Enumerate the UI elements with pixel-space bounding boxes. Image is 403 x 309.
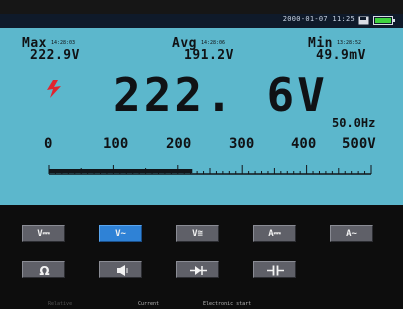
capacitor-icon (267, 265, 284, 276)
analog-bargraph (48, 165, 372, 175)
status-bar: 2000-01-07 11:25 (0, 14, 403, 28)
status-datetime: 2000-01-07 11:25 (282, 15, 355, 23)
device-bezel (0, 0, 403, 14)
resistance-button[interactable]: Ω (22, 261, 65, 278)
ac-current-button[interactable]: A~ (330, 225, 373, 242)
diode-icon (190, 266, 207, 275)
svg-text:Ω: Ω (39, 264, 49, 278)
dc-current-button[interactable]: A⎓ (253, 225, 296, 242)
capacitance-button[interactable] (253, 261, 296, 278)
ac-voltage-button[interactable]: V~ (99, 225, 142, 242)
save-icon (358, 16, 369, 25)
ac-dc-voltage-button[interactable]: V≅ (176, 225, 219, 242)
lcd-display: Max 14:28:03 222.9V Avg 14:28:06 191.2V Mi… (0, 28, 403, 205)
ohm-icon: Ω (39, 264, 49, 278)
footer-relative-label[interactable]: Relative (48, 302, 72, 307)
dc-voltage-button[interactable]: V⎓ (22, 225, 65, 242)
speaker-icon (117, 265, 128, 276)
bargraph-fill (49, 169, 193, 173)
footer-current-label[interactable]: Current (138, 302, 159, 307)
diode-button[interactable] (176, 261, 219, 278)
function-panel (0, 205, 403, 309)
footer-electronic-start-label[interactable]: Electronic start (203, 302, 251, 307)
continuity-button[interactable] (99, 261, 142, 278)
battery-icon (373, 16, 395, 25)
